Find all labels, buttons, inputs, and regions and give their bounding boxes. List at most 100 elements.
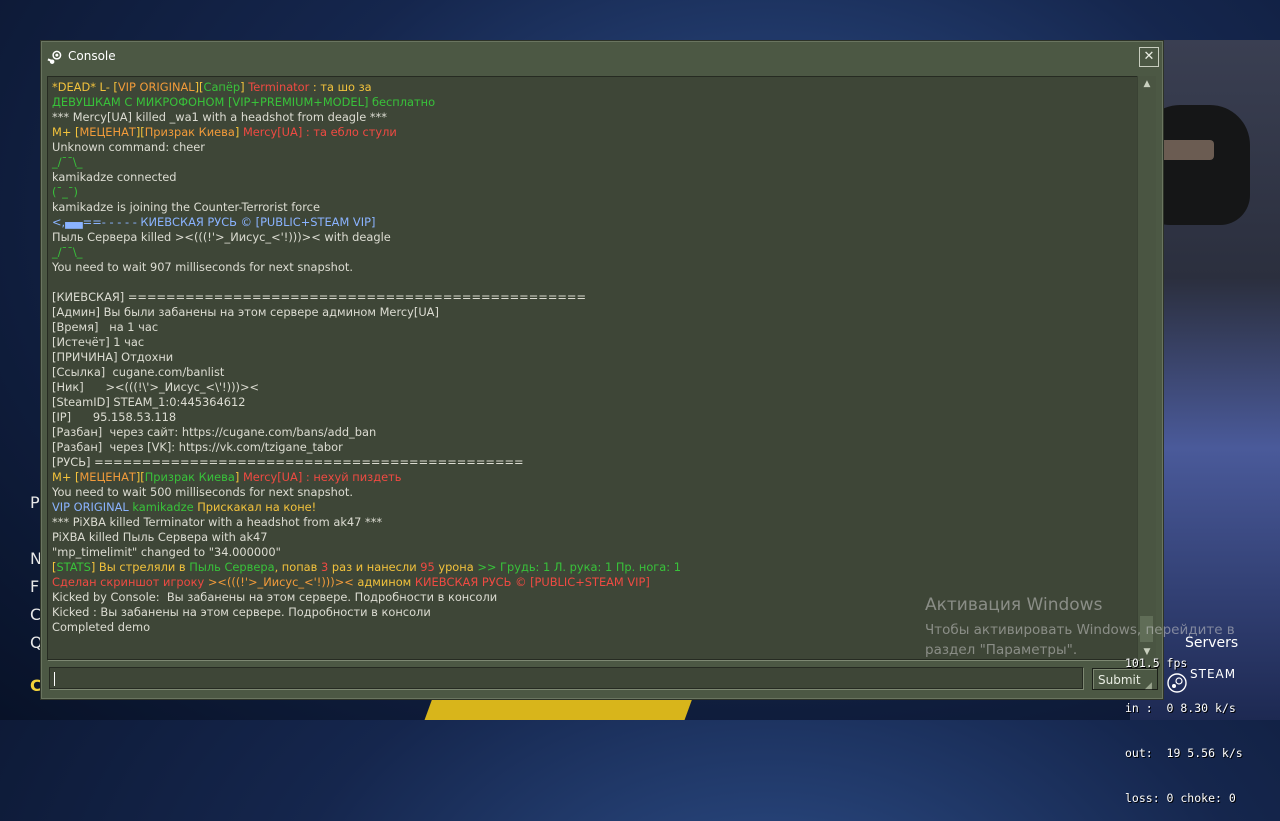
log-segment: "mp_timelimit" changed to "34.000000" xyxy=(52,545,281,559)
log-segment: ][ xyxy=(194,80,204,94)
log-line: [Разбан] через [VK]: https://vk.com/tzig… xyxy=(52,440,343,455)
title-bar[interactable]: Console ✕ xyxy=(41,41,1163,73)
log-segment: Kicked : Вы забанены на этом сервере. По… xyxy=(52,605,431,619)
log-segment: Unknown command: cheer xyxy=(52,140,205,154)
log-segment: ] xyxy=(234,125,243,139)
log-segment: ][ xyxy=(135,470,145,484)
log-segment: [ПРИЧИНА] Отдохни xyxy=(52,350,174,364)
steam-icon xyxy=(47,50,62,64)
log-segment: раз и нанесли xyxy=(328,560,421,574)
log-segment: : та ебло стули xyxy=(302,125,397,139)
log-line: [РУСЬ] =================================… xyxy=(52,455,524,470)
log-line: <,▄▄==- - - - - КИЕВСКАЯ РУСЬ © [PUBLIC+… xyxy=(52,215,375,230)
log-segment: *DEAD* L- [ xyxy=(52,80,118,94)
log-line: You need to wait 500 milliseconds for ne… xyxy=(52,485,353,500)
log-line: M+ [МЕЦЕНАТ][Призрак Киева] Mercy[UA] : … xyxy=(52,470,401,485)
log-line: [STATS] Вы стреляли в Пыль Сервера, попа… xyxy=(52,560,681,575)
log-segment: Completed demo xyxy=(52,620,151,634)
log-segment: Призрак Киева xyxy=(144,125,235,139)
log-line: [КИЕВСКАЯ] =============================… xyxy=(52,290,586,305)
log-line: *** Mercy[UA] killed _wa1 with a headsho… xyxy=(52,110,387,125)
log-line: [Время] на 1 час xyxy=(52,320,158,335)
log-segment: You need to wait 500 milliseconds for ne… xyxy=(52,485,353,499)
log-segment: (¯_¯) xyxy=(52,185,78,199)
log-segment: [РУСЬ] =================================… xyxy=(52,455,524,469)
log-line: Kicked by Console: Вы забанены на этом с… xyxy=(52,590,497,605)
log-segment: Kicked by Console: Вы забанены на этом с… xyxy=(52,590,498,604)
log-line: [Истечёт] 1 час xyxy=(52,335,144,350)
log-segment: МЕЦЕНАТ xyxy=(79,470,136,484)
scroll-up-icon[interactable]: ▲ xyxy=(1139,76,1155,92)
log-segment: *** Mercy[UA] killed _wa1 with a headsho… xyxy=(52,110,387,124)
log-line: M+ [МЕЦЕНАТ][Призрак Киева] Mercy[UA] : … xyxy=(52,125,397,140)
log-segment: [КИЕВСКАЯ] =============================… xyxy=(52,290,586,304)
log-line: Unknown command: cheer xyxy=(52,140,205,155)
log-segment: Mercy[UA] xyxy=(242,125,303,139)
log-segment: Terminator xyxy=(248,80,310,94)
log-segment: kamikadze connected xyxy=(52,170,177,184)
log-segment: , попав xyxy=(274,560,321,574)
log-line: [Ссылка] cugane.com/banlist xyxy=(52,365,224,380)
log-segment: You need to wait 907 milliseconds for ne… xyxy=(52,260,353,274)
log-segment: ][ xyxy=(135,125,145,139)
log-segment: PiXBA killed Пыль Сервера with ak47 xyxy=(52,530,268,544)
log-line: [Разбан] через сайт: https://cugane.com/… xyxy=(52,425,376,440)
log-segment: Призрак Киева xyxy=(144,470,235,484)
console-log[interactable]: *DEAD* L- [VIP ORIGINAL][Сапёр] Terminat… xyxy=(47,76,1139,660)
log-segment: [Ник] ><(((!\'>_Иисус_<\'!)))>< xyxy=(52,380,260,394)
log-segment: *** PiXBA killed Terminator with a heads… xyxy=(52,515,383,529)
log-segment: ДЕВУШКАМ С МИКРОФОНОМ [VIP+PREMIUM+MODEL… xyxy=(52,95,436,109)
log-line: ДЕВУШКАМ С МИКРОФОНОМ [VIP+PREMIUM+MODEL… xyxy=(52,95,435,110)
menu-letter[interactable]: F xyxy=(30,577,39,596)
log-segment: : нехуй пиздеть xyxy=(302,470,402,484)
log-segment: ] Вы стреляли в xyxy=(90,560,190,574)
log-segment: VIP ORIGINAL xyxy=(52,500,129,514)
log-segment: Сапёр xyxy=(203,80,241,94)
log-segment: Mercy[UA] xyxy=(242,470,303,484)
log-line: kamikadze connected xyxy=(52,170,177,185)
log-segment: M+ [ xyxy=(52,470,80,484)
log-segment: Пыль Сервера killed ><(((!'>_Иисус_<'!))… xyxy=(52,230,391,244)
log-segment: 95 xyxy=(420,560,435,574)
close-button[interactable]: ✕ xyxy=(1139,47,1159,67)
steam-logo-icon xyxy=(1167,673,1187,693)
log-line: You need to wait 907 milliseconds for ne… xyxy=(52,260,353,275)
log-segment: [Время] на 1 час xyxy=(52,320,159,334)
close-icon: ✕ xyxy=(1143,49,1155,64)
log-line: Kicked : Вы забанены на этом сервере. По… xyxy=(52,605,431,620)
log-segment: [Админ] Вы были забанены на этом сервере… xyxy=(52,305,439,319)
log-segment: kamikadze is joining the Counter-Terrori… xyxy=(52,200,320,214)
log-line: [SteamID] STEAM_1:0:445364612 xyxy=(52,395,246,410)
log-line: kamikadze is joining the Counter-Terrori… xyxy=(52,200,320,215)
window-title: Console xyxy=(68,49,116,63)
net-in-readout: in : 0 8.30 k/s xyxy=(1125,701,1236,715)
log-line: PiXBA killed Пыль Сервера with ak47 xyxy=(52,530,268,545)
log-line: [IP] 95.158.53.118 xyxy=(52,410,176,425)
log-line: (¯_¯) xyxy=(52,185,78,200)
log-line: [Ник] ><(((!\'>_Иисус_<\'!)))>< xyxy=(52,380,259,395)
log-line: Пыль Сервера killed ><(((!'>_Иисус_<'!))… xyxy=(52,230,391,245)
log-line: *** PiXBA killed Terminator with a heads… xyxy=(52,515,382,530)
menu-letter[interactable]: P xyxy=(30,493,40,512)
log-segment: КИЕВСКАЯ РУСЬ © [PUBLIC+STEAM VIP] xyxy=(414,575,650,589)
log-segment: [Разбан] через [VK]: https://vk.com/tzig… xyxy=(52,440,343,454)
net-graph: 101.5 fps in : 0 8.30 k/s out: 19 5.56 k… xyxy=(1125,626,1243,821)
log-line: _/¯¯\_ xyxy=(52,245,82,260)
net-out-readout: out: 19 5.56 k/s xyxy=(1125,746,1243,760)
log-segment: МЕЦЕНАТ xyxy=(79,125,136,139)
log-segment: ><(((!'>_Иисус_<'!)))>< xyxy=(207,575,354,589)
log-segment: : та шо за xyxy=(309,80,372,94)
log-segment: STATS xyxy=(56,560,91,574)
background-eyes xyxy=(1156,140,1214,160)
command-input[interactable] xyxy=(49,667,1083,689)
log-segment: [SteamID] STEAM_1:0:445364612 xyxy=(52,395,246,409)
log-segment: админом xyxy=(353,575,415,589)
log-segment: _/¯¯\_ xyxy=(52,155,83,169)
activation-title: Активация Windows xyxy=(925,595,1103,615)
log-line: "mp_timelimit" changed to "34.000000" xyxy=(52,545,281,560)
log-segment: [Истечёт] 1 час xyxy=(52,335,145,349)
log-segment: >> Грудь: 1 Л. рука: 1 Пр. нога: 1 xyxy=(477,560,681,574)
scrollbar[interactable]: ▲ ▼ xyxy=(1137,76,1156,660)
log-segment: [Разбан] через сайт: https://cugane.com/… xyxy=(52,425,377,439)
log-line: VIP ORIGINAL kamikadze Прискакал на коне… xyxy=(52,500,316,515)
